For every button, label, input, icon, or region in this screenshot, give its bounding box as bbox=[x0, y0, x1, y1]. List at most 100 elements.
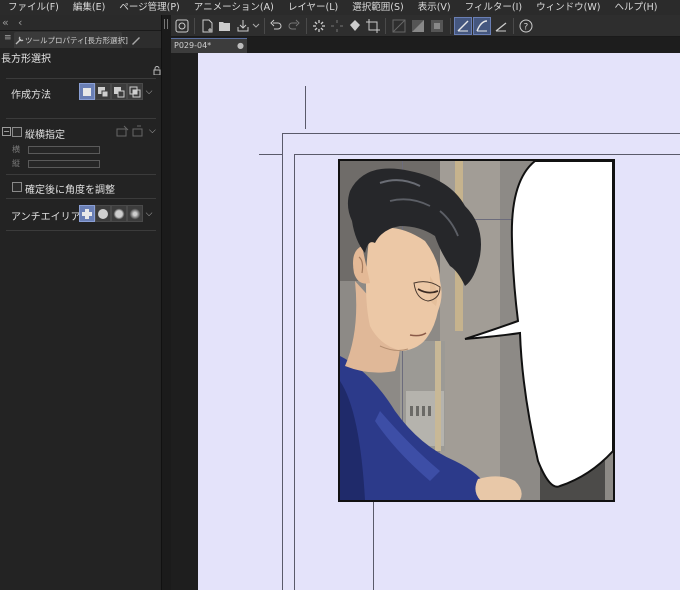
tool-property-panel: « ‹ ≡ ツールプロパティ[長方形選択] 長方形選択 作成方法 ⌵ − 縦横指… bbox=[0, 15, 161, 590]
new-selection-button[interactable] bbox=[79, 83, 95, 100]
chevron-left-icon[interactable]: ‹ bbox=[18, 15, 22, 30]
trim-guide-top bbox=[294, 154, 680, 155]
antialias-strong-button[interactable] bbox=[127, 205, 143, 222]
open-folder-icon[interactable] bbox=[216, 17, 234, 35]
double-chevron-left-icon[interactable]: « bbox=[2, 15, 9, 30]
export-icon[interactable] bbox=[234, 17, 252, 35]
modified-indicator[interactable]: ● bbox=[237, 41, 244, 50]
divider bbox=[6, 118, 156, 119]
collapse-toggle-icon[interactable]: − bbox=[2, 127, 11, 136]
crop-icon[interactable] bbox=[364, 17, 382, 35]
svg-text:?: ? bbox=[524, 23, 529, 33]
toolbar-separator bbox=[306, 18, 307, 34]
panel-tab-row: ≡ ツールプロパティ[長方形選択] bbox=[0, 31, 161, 48]
create-method-row: 作成方法 ⌵ bbox=[0, 81, 161, 103]
toolbar-separator bbox=[264, 18, 265, 34]
size-specify-icon[interactable] bbox=[131, 125, 145, 139]
grip-icon[interactable] bbox=[164, 19, 168, 29]
canvas-page[interactable] bbox=[198, 53, 680, 590]
fill-icon[interactable] bbox=[346, 17, 364, 35]
canvas-area[interactable] bbox=[171, 53, 680, 590]
invert-selection-icon[interactable] bbox=[409, 17, 427, 35]
adjust-angle-checkbox[interactable] bbox=[12, 182, 22, 192]
help-icon[interactable]: ? bbox=[517, 17, 535, 35]
new-file-icon[interactable] bbox=[198, 17, 216, 35]
wrench-icon bbox=[14, 33, 25, 47]
menu-bar: ファイル(F) 編集(E) ページ管理(P) アニメーション(A) レイヤー(L… bbox=[0, 0, 680, 15]
ruler-icon[interactable] bbox=[492, 17, 510, 35]
tab-label: ツールプロパティ[長方形選択] bbox=[25, 35, 128, 45]
brush-icon[interactable] bbox=[128, 33, 144, 47]
adjust-angle-label: 確定後に角度を調整 bbox=[25, 185, 115, 196]
chevron-down-icon[interactable]: ⌵ bbox=[143, 205, 155, 222]
crop-mark bbox=[305, 86, 306, 129]
aspect-checkbox[interactable] bbox=[12, 127, 22, 137]
antialias-weak-button[interactable] bbox=[95, 205, 111, 222]
intersect-selection-button[interactable] bbox=[127, 83, 143, 100]
menu-selection[interactable]: 選択範囲(S) bbox=[345, 0, 410, 15]
guide-line bbox=[373, 502, 374, 590]
menu-icon[interactable]: ≡ bbox=[4, 33, 12, 43]
divider bbox=[6, 78, 156, 79]
width-row: 横 bbox=[0, 144, 161, 156]
menu-file[interactable]: ファイル(F) bbox=[0, 0, 66, 15]
menu-layer[interactable]: レイヤー(L) bbox=[281, 0, 345, 15]
transform-icon[interactable] bbox=[328, 17, 346, 35]
add-selection-button[interactable] bbox=[95, 83, 111, 100]
comic-panel[interactable] bbox=[338, 159, 615, 502]
menu-view[interactable]: 表示(V) bbox=[411, 0, 458, 15]
toolbar-separator bbox=[385, 18, 386, 34]
height-row: 縦 bbox=[0, 158, 161, 170]
crop-mark bbox=[259, 154, 282, 155]
menu-window[interactable]: ウィンドウ(W) bbox=[529, 0, 607, 15]
toolbar-separator bbox=[194, 18, 195, 34]
expand-selection-icon[interactable] bbox=[428, 17, 446, 35]
bleed-guide-left bbox=[282, 133, 283, 590]
undo-icon[interactable] bbox=[267, 17, 285, 35]
adjust-angle-row: 確定後に角度を調整 bbox=[0, 180, 161, 196]
aspect-icons bbox=[115, 125, 145, 139]
document-tab-bar: P029-04* ● bbox=[171, 37, 680, 53]
width-label: 横 bbox=[12, 145, 20, 154]
tab-tool-property[interactable]: ツールプロパティ[長方形選択] bbox=[14, 32, 128, 48]
divider bbox=[6, 174, 156, 175]
panel-header: « ‹ bbox=[0, 15, 161, 31]
aspect-label: 縦横指定 bbox=[25, 130, 65, 141]
menu-filter[interactable]: フィルター(I) bbox=[458, 0, 530, 15]
menu-animation[interactable]: アニメーション(A) bbox=[187, 0, 281, 15]
menu-edit[interactable]: 編集(E) bbox=[66, 0, 112, 15]
antialias-medium-button[interactable] bbox=[111, 205, 127, 222]
chevron-down-icon[interactable]: ⌵ bbox=[143, 83, 155, 100]
height-slider[interactable] bbox=[28, 160, 100, 168]
chevron-down-icon[interactable] bbox=[251, 17, 261, 35]
create-method-buttons: ⌵ bbox=[79, 83, 155, 100]
menu-help[interactable]: ヘルプ(H) bbox=[607, 0, 664, 15]
aspect-row: − 縦横指定 ⌵ bbox=[0, 124, 161, 142]
menu-page[interactable]: ページ管理(P) bbox=[112, 0, 186, 15]
lock-icon[interactable] bbox=[153, 66, 161, 78]
toolbar-separator bbox=[513, 18, 514, 34]
chevron-down-icon[interactable]: ⌵ bbox=[149, 126, 156, 136]
panel-splitter[interactable] bbox=[161, 15, 171, 590]
subtract-selection-button[interactable] bbox=[111, 83, 127, 100]
document-tab[interactable]: P029-04* ● bbox=[171, 38, 247, 53]
antialias-none-button[interactable] bbox=[79, 205, 95, 222]
aspect-ratio-icon[interactable] bbox=[115, 125, 129, 139]
redo-icon[interactable] bbox=[285, 17, 303, 35]
trim-guide-left bbox=[294, 154, 295, 590]
deselect-icon[interactable] bbox=[390, 17, 408, 35]
loading-icon[interactable] bbox=[310, 17, 328, 35]
comic-artwork bbox=[340, 161, 613, 500]
snap-icon[interactable] bbox=[454, 17, 472, 35]
bleed-guide-top bbox=[282, 133, 680, 134]
command-bar: ? bbox=[171, 15, 680, 37]
divider bbox=[6, 198, 156, 199]
tool-name: 長方形選択 bbox=[1, 54, 51, 65]
width-slider[interactable] bbox=[28, 146, 100, 154]
divider bbox=[6, 230, 156, 231]
canvas-icon[interactable] bbox=[173, 17, 191, 35]
antialias-row: アンチエイリアス ⌵ bbox=[0, 203, 161, 225]
toolbar-separator bbox=[450, 18, 451, 34]
create-method-label: 作成方法 bbox=[11, 90, 51, 101]
snap-curve-icon[interactable] bbox=[473, 17, 491, 35]
